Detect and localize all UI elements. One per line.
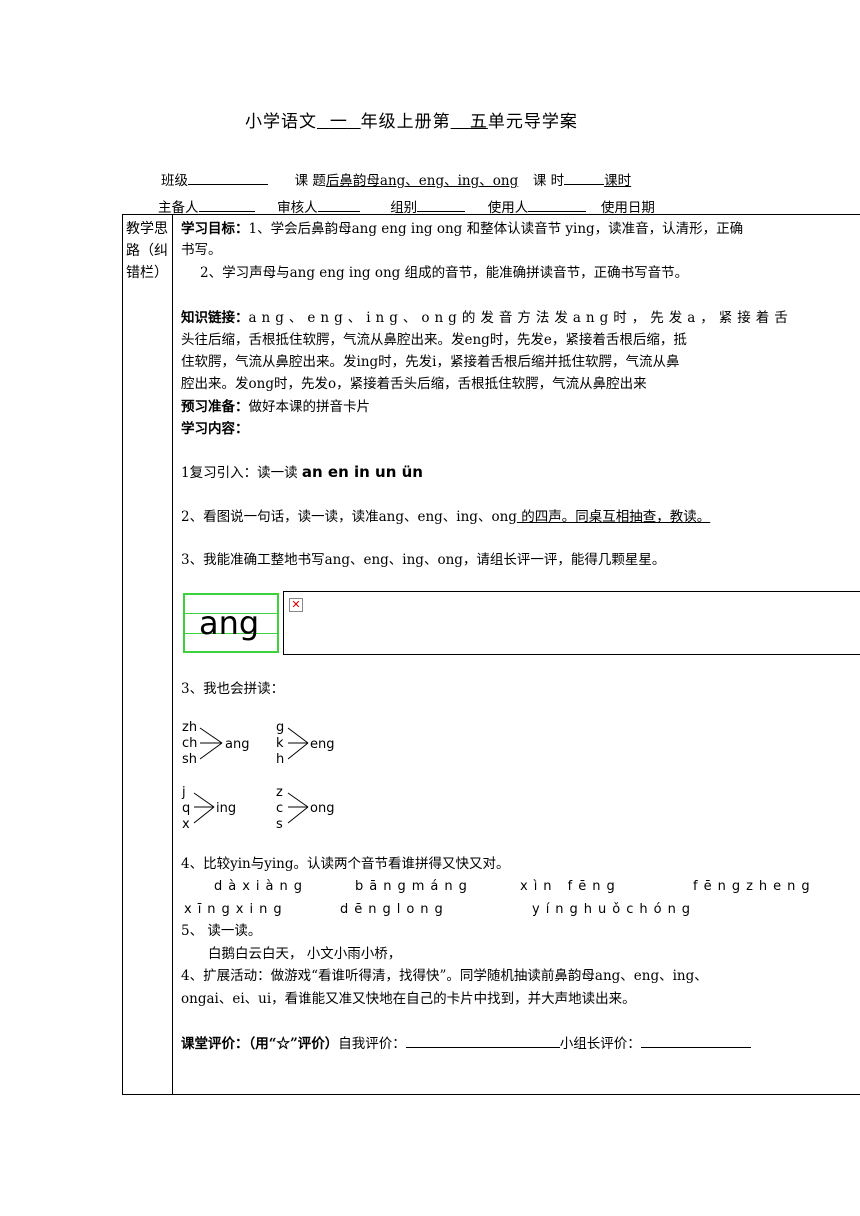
class-label: 班级 — [161, 173, 188, 189]
reviewer-blank[interactable] — [317, 195, 360, 212]
initial-sh: sh — [182, 752, 197, 767]
header-row-1: 班级 课 题后鼻韵母ang、eng、ing、ong 课 时 课时 — [161, 168, 631, 189]
item-5: 5、 读一读。 — [181, 923, 262, 939]
final-eng: eng — [310, 737, 335, 752]
image-placeholder — [283, 591, 860, 655]
title-unit: 五 — [469, 112, 488, 132]
knowledge-line-2: 头往后缩，舌根抵住软腭，气流从鼻腔出来。发eng时，先发e，紧接着舌根后缩，抵 — [181, 332, 687, 348]
spell-group-eng: g k h eng — [276, 720, 335, 767]
item-3: 3、我能准确工整地书写ang、eng、ing、ong，请组长评一评，能得几颗星星… — [181, 552, 666, 568]
initial-q: q — [182, 801, 190, 816]
self-eval-label: 自我评价： — [338, 1036, 406, 1052]
final-ing: ing — [216, 801, 236, 816]
initial-z: z — [276, 785, 283, 800]
leader-eval-blank[interactable] — [640, 1033, 751, 1048]
item-3b: 3、我也会拼读： — [181, 681, 285, 697]
initial-h: h — [276, 752, 284, 767]
word-bangmang: bāngmáng — [355, 879, 473, 894]
table-column-divider — [172, 214, 173, 1094]
period-label: 课 时 — [532, 173, 565, 189]
title-suffix: 单元导学案 — [487, 112, 578, 132]
table-left-border — [122, 214, 123, 1094]
spell-group-ang: zh ch sh ang — [182, 720, 249, 767]
initial-zh: zh — [182, 720, 197, 735]
knowledge-line-1: 知识链接：ang、eng、ing、ong的发音方法发ang时，先发a，紧接着舌 — [181, 309, 793, 327]
item-1-pinyin: an en in un ün — [301, 463, 423, 481]
title-grade: 一 — [329, 112, 348, 132]
table-top-border — [122, 214, 860, 215]
eval-label: 课堂评价：（用“☆”评价） — [181, 1036, 339, 1052]
period-blank[interactable] — [564, 168, 605, 185]
word-daxiang: dàxiàng — [214, 879, 308, 894]
prep-label: 预习准备： — [181, 399, 249, 415]
word-xinfeng: xìn fēng — [520, 879, 621, 894]
topic-label: 课 题 — [294, 173, 326, 189]
item-2-underlined: 的四声。同桌互相抽查，教读。 — [516, 509, 711, 525]
initial-x: x — [182, 817, 190, 832]
item-2-prefix: 2、看图说一句话，读一读，读准ang、eng、ing、ong — [181, 509, 517, 525]
group-blank[interactable] — [417, 195, 466, 212]
final-ong: ong — [310, 801, 334, 816]
initial-c: c — [276, 801, 283, 816]
item-4: 4、比较yin与ying。认读两个音节看谁拼得又快又对。 — [181, 856, 510, 872]
connector — [199, 727, 223, 744]
title-prefix: 小学语文 — [245, 112, 317, 132]
initial-ch: ch — [182, 736, 197, 751]
connector — [287, 727, 309, 744]
read-line: 白鹅白云白天， 小文小雨小桥， — [208, 946, 402, 962]
user-blank[interactable] — [528, 195, 587, 212]
evaluation-row: 课堂评价：（用“☆”评价）自我评价： 小组长评价： — [181, 1033, 751, 1053]
knowledge-1: ang、eng、ing、ong的发音方法发ang时，先发a，紧接着舌 — [248, 310, 793, 326]
knowledge-line-4: 腔出来。发ong时，先发o，紧接着舌头后缩，舌根抵住软腭，气流从鼻腔出来 — [181, 376, 647, 392]
connector — [199, 742, 223, 760]
page-title: 小学语文 一 年级上册第 五单元导学案 — [245, 107, 578, 132]
class-blank[interactable] — [188, 168, 268, 185]
initial-s: s — [276, 817, 283, 832]
goal-line-1: 学习目标：1、学会后鼻韵母ang eng ing ong 和整体认读音节 yin… — [181, 220, 743, 238]
item-6-line-2: ongai、ei、ui，看谁能又准又快地在自己的卡片中找到，并大声地读出来。 — [181, 991, 636, 1007]
initial-k: k — [276, 736, 284, 751]
word-xingxing: xīngxing — [184, 902, 288, 917]
item-2: 2、看图说一句话，读一读，读准ang、eng、ing、ong 的四声。同桌互相抽… — [181, 508, 710, 526]
topic-value: 后鼻韵母ang、eng、ing、ong — [325, 173, 519, 189]
item-1: 1复习引入：读一读 an en in un ün — [181, 463, 423, 482]
connector — [193, 792, 215, 808]
goal-line-1b: 书写。 — [181, 242, 222, 258]
preparer-blank[interactable] — [198, 195, 255, 212]
goal-line-2: 2、学习声母与ang eng ing ong 组成的音节，能准确拼读音节，正确书… — [200, 265, 689, 281]
self-eval-blank[interactable] — [405, 1033, 560, 1048]
leader-eval-label: 小组长评价： — [559, 1036, 641, 1052]
spell-group-ong: z c s ong — [276, 785, 334, 832]
connector — [193, 806, 215, 824]
word-fengzheng: fēngzheng — [693, 879, 816, 894]
word-yinghuochong: yínghuǒchóng — [532, 902, 697, 917]
knowledge-label: 知识链接： — [181, 310, 249, 326]
goal-1: 1、学会后鼻韵母ang eng ing ong 和整体认读音节 ying，读准音… — [248, 221, 744, 237]
writing-sample: ang — [199, 604, 260, 642]
initial-g: g — [276, 720, 284, 735]
final-ang: ang — [225, 737, 249, 752]
word-denglong: dēnglong — [340, 902, 449, 917]
content-label: 学习内容： — [181, 421, 249, 437]
item-1-prefix: 1复习引入：读一读 — [181, 465, 302, 481]
spell-group-ing: j q x ing — [181, 785, 236, 832]
title-mid: 年级上册第 — [360, 112, 451, 132]
sidebar-label: 教学思路（纠错栏） — [126, 221, 168, 281]
prep-line: 预习准备：做好本课的拼音卡片 — [181, 398, 370, 416]
table-bottom-border — [122, 1094, 860, 1095]
header-row-2: 主备人 审核人 组别 使用人 使用日期 — [158, 195, 655, 216]
initial-j: j — [181, 785, 186, 800]
broken-image-icon: ✕ — [289, 598, 303, 612]
prep-text: 做好本课的拼音卡片 — [248, 399, 371, 415]
writing-grid: ang — [183, 593, 279, 653]
goal-label: 学习目标： — [181, 221, 249, 237]
spelling-diagram: zh ch sh ang g k h eng j q x ing z c s o… — [181, 720, 335, 832]
knowledge-line-3: 住软腭，气流从鼻腔出来。发ing时，先发i，紧接着舌根后缩并抵住软腭，气流从鼻 — [181, 354, 680, 370]
item-6-line-1: 4、扩展活动：做游戏“看谁听得清，找得快”。同学随机抽读前鼻韵母ang、eng、… — [181, 968, 708, 984]
connector — [287, 806, 309, 824]
period-unit: 课时 — [604, 173, 632, 189]
connector — [287, 792, 309, 808]
connector — [287, 742, 309, 760]
